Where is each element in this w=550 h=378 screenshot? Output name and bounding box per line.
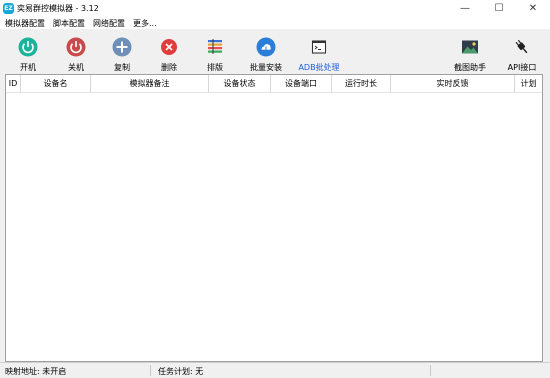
screenshot-assistant-button[interactable]: 截图助手	[449, 33, 491, 73]
api-label: API接口	[507, 63, 537, 72]
column-header-device-status[interactable]: 设备状态	[209, 75, 271, 92]
power-on-icon	[18, 37, 38, 57]
delete-icon	[161, 39, 177, 55]
menu-bar: 模拟器配置 脚本配置 网络配置 更多...	[0, 17, 550, 29]
window-title: 奕易群控模拟器 - 3.12	[17, 4, 99, 13]
column-header-device-port[interactable]: 设备端口	[271, 75, 332, 92]
column-header-emulator-note[interactable]: 模拟器备注	[91, 75, 209, 92]
copy-label: 复制	[114, 63, 130, 72]
batch-install-label: 批量安装	[250, 63, 282, 72]
column-header-id[interactable]: ID	[6, 75, 21, 92]
layout-label: 排版	[207, 63, 223, 72]
minimize-icon[interactable]: —	[448, 0, 482, 17]
plus-icon	[112, 37, 132, 57]
terminal-icon	[311, 40, 327, 54]
power-on-button[interactable]: 开机	[12, 33, 44, 73]
install-cloud-icon	[256, 37, 276, 57]
layout-button[interactable]: 排版	[199, 33, 231, 73]
delete-label: 删除	[161, 63, 177, 72]
maximize-icon[interactable]: ☐	[482, 0, 516, 17]
batch-install-button[interactable]: 批量安装	[246, 33, 286, 73]
column-header-runtime[interactable]: 运行时长	[332, 75, 391, 92]
screenshot-icon	[462, 40, 478, 54]
status-divider	[150, 365, 151, 376]
status-bar: 映射地址: 未开启 任务计划: 无	[0, 362, 550, 378]
app-logo-icon: EZ	[3, 3, 14, 14]
menu-more[interactable]: 更多...	[133, 18, 157, 29]
table-header: ID 设备名 模拟器备注 设备状态 设备端口 运行时长 实时反馈 计划	[6, 75, 542, 93]
title-bar: EZ 奕易群控模拟器 - 3.12 — ☐ ✕	[0, 0, 550, 17]
task-plan-status: 任务计划: 无	[158, 367, 204, 376]
column-header-device-name[interactable]: 设备名	[21, 75, 91, 92]
menu-script-config[interactable]: 脚本配置	[53, 18, 85, 29]
mapping-address-status: 映射地址: 未开启	[5, 367, 67, 376]
power-off-label: 关机	[68, 63, 84, 72]
device-table[interactable]: ID 设备名 模拟器备注 设备状态 设备端口 运行时长 实时反馈 计划	[5, 74, 543, 362]
delete-button[interactable]: 删除	[153, 33, 185, 73]
api-button[interactable]: API接口	[502, 33, 542, 73]
layout-icon	[208, 39, 222, 54]
menu-network-config[interactable]: 网络配置	[93, 18, 125, 29]
power-off-icon	[66, 37, 86, 57]
close-icon[interactable]: ✕	[516, 0, 550, 17]
power-on-label: 开机	[20, 63, 36, 72]
status-divider	[430, 365, 431, 376]
adb-batch-button[interactable]: ADB批处理	[296, 33, 342, 73]
column-header-plan[interactable]: 计划	[515, 75, 542, 92]
screenshot-assistant-label: 截图助手	[454, 63, 486, 72]
menu-emulator-config[interactable]: 模拟器配置	[5, 18, 45, 29]
column-header-realtime-feedback[interactable]: 实时反馈	[391, 75, 515, 92]
copy-button[interactable]: 复制	[106, 33, 138, 73]
power-off-button[interactable]: 关机	[60, 33, 92, 73]
plug-icon	[515, 39, 528, 54]
toolbar: 开机 关机 复制 删除 排版 批量安装 ADB批处理 截图助手 API接口	[0, 29, 550, 73]
adb-batch-label: ADB批处理	[298, 63, 340, 72]
